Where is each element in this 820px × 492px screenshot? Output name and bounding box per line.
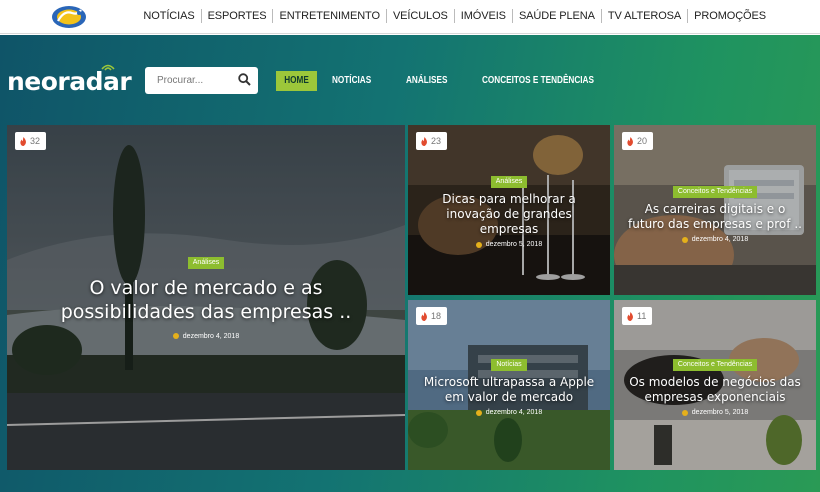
article-date: dezembro 5, 2018 [614,409,816,416]
title-line: O valor de mercado e as [89,277,323,299]
clock-icon [172,333,179,339]
em-logo-icon[interactable] [50,4,88,30]
article-title[interactable]: Microsoft ultrapassa a Apple em valor de… [408,375,610,405]
fire-icon [421,311,427,321]
top-bar: NOTÍCIAS ESPORTES ENTRETENIMENTO VEÍCULO… [0,0,820,34]
article-caption: Notícias Microsoft ultrapassa a Apple em… [408,353,610,416]
article-title[interactable]: Os modelos de negócios das empresas expo… [614,375,816,405]
top-nav-saude-plena[interactable]: SAÚDE PLENA [511,9,601,23]
top-nav: NOTÍCIAS ESPORTES ENTRETENIMENTO VEÍCULO… [137,9,772,23]
main-nav: HOME NOTÍCIAS ANÁLISES CONCEITOS E TENDÊ… [276,71,645,91]
view-count: 20 [637,136,648,146]
article-caption: Análises O valor de mercado e as possibi… [7,251,405,340]
article-caption: Conceitos e Tendências As carreiras digi… [614,180,816,243]
title-line: inovação de grandes [446,207,572,221]
article-title[interactable]: O valor de mercado e as possibilidades d… [7,277,405,325]
top-nav-veiculos[interactable]: VEÍCULOS [385,9,454,23]
article-card[interactable]: 20 Conceitos e Tendências As carreiras d… [614,125,816,295]
view-counter: 11 [622,307,653,325]
title-line: empresas [479,222,539,236]
date-text: dezembro 4, 2018 [485,409,543,416]
clock-icon [475,241,482,248]
top-nav-esportes[interactable]: ESPORTES [200,9,273,23]
date-text: dezembro 5, 2018 [485,241,543,248]
view-count: 32 [30,136,41,146]
category-tag[interactable]: Conceitos e Tendências [672,359,758,371]
title-line: possibilidades das empresas .. [60,300,352,323]
fire-icon [627,311,633,321]
top-nav-tv-alterosa[interactable]: TV ALTEROSA [600,9,687,23]
neoradar-logo[interactable]: neoradar [7,64,132,96]
nav-home[interactable]: HOME [276,71,317,91]
title-line: As carreiras digitais e o [644,202,786,216]
article-title[interactable]: Dicas para melhorar a inovação de grande… [408,192,610,237]
view-counter: 18 [416,307,448,325]
title-line: em valor de mercado [444,390,574,404]
view-counter: 20 [622,132,654,150]
fire-icon [20,136,26,146]
search-icon[interactable] [238,73,251,86]
view-counter: 32 [15,132,47,150]
clock-icon [681,409,688,416]
top-nav-noticias[interactable]: NOTÍCIAS [137,9,200,23]
fire-icon [421,136,427,146]
featured-article-card[interactable]: 32 Análises O valor de mercado e as poss… [7,125,405,470]
title-line: Microsoft ultrapassa a Apple [423,375,595,389]
nav-conceitos-tendencias[interactable]: CONCEITOS E TENDÊNCIAS [482,71,594,91]
article-caption: Análises Dicas para melhorar a inovação … [408,170,610,248]
search-box [145,67,258,94]
view-counter: 23 [416,132,448,150]
title-line: futuro das empresas e prof .. [628,217,802,231]
search-input[interactable] [157,73,237,88]
article-caption: Conceitos e Tendências Os modelos de neg… [614,353,816,416]
nav-analises[interactable]: ANÁLISES [406,71,447,91]
title-line: Os modelos de negócios das [629,375,801,389]
title-line: empresas exponenciais [644,390,786,404]
date-text: dezembro 5, 2018 [691,409,749,416]
article-title[interactable]: As carreiras digitais e o futuro das emp… [614,202,816,232]
title-line: Dicas para melhorar a [442,192,576,206]
clock-icon [475,409,482,416]
category-tag[interactable]: Conceitos e Tendências [672,186,758,198]
top-nav-entretenimento[interactable]: ENTRETENIMENTO [272,9,385,23]
date-text: dezembro 4, 2018 [691,236,749,243]
signal-waves-icon [101,64,115,71]
article-date: dezembro 4, 2018 [408,409,610,416]
article-card[interactable]: 18 Notícias Microsoft ultrapassa a Apple… [408,300,610,470]
article-date: dezembro 4, 2018 [7,333,405,340]
view-count: 23 [431,136,442,146]
article-date: dezembro 4, 2018 [614,236,816,243]
category-tag[interactable]: Análises [187,257,225,269]
category-tag[interactable]: Notícias [491,359,527,371]
article-date: dezembro 5, 2018 [408,241,610,248]
view-count: 11 [637,311,647,321]
top-nav-imoveis[interactable]: IMÓVEIS [453,9,512,23]
brand-name: neoradar [7,67,132,96]
date-text: dezembro 4, 2018 [182,332,240,340]
view-count: 18 [431,311,442,321]
clock-icon [681,236,688,243]
fire-icon [627,136,633,146]
article-card[interactable]: 23 Análises Dicas para melhorar a inovaç… [408,125,610,295]
category-tag[interactable]: Análises [490,176,528,188]
nav-noticias[interactable]: NOTÍCIAS [332,71,371,91]
site-header: neoradar HOME NOTÍCIAS ANÁLISES CONCEITO… [0,35,820,492]
top-nav-promocoes[interactable]: PROMOÇÕES [687,9,772,23]
article-card[interactable]: 11 Conceitos e Tendências Os modelos de … [614,300,816,470]
